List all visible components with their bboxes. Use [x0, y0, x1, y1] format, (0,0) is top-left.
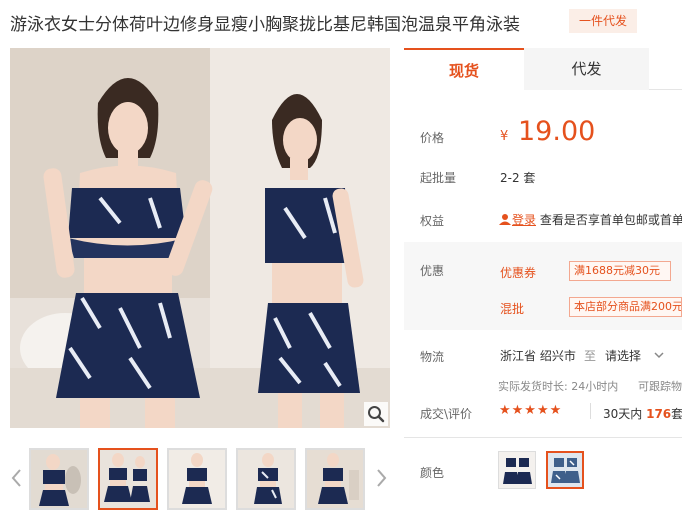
- purchase-mode-tabs: 现货 代发: [404, 48, 682, 90]
- coupon-tag: 优惠券: [500, 266, 537, 280]
- mixed-batch-tag: 混批: [500, 302, 525, 316]
- sales-unit: 套: [671, 407, 682, 421]
- chevron-right-icon[interactable]: [374, 466, 388, 490]
- product-title: 游泳衣女士分体荷叶边修身显瘦小胸聚拢比基尼韩国泡温泉平角泳装: [10, 15, 520, 35]
- destination-placeholder: 请选择: [605, 349, 642, 363]
- rating-stars[interactable]: ★★★★★: [499, 403, 562, 418]
- destination-select[interactable]: 请选择: [605, 347, 667, 364]
- ship-from: 浙江省 绍兴市: [500, 349, 576, 363]
- logistics-label: 物流: [420, 350, 445, 364]
- tracking-info: 可跟踪物: [638, 380, 682, 393]
- color-option-1[interactable]: [498, 451, 536, 489]
- chevron-down-icon: [653, 349, 665, 363]
- thumbnail-1[interactable]: [29, 448, 89, 510]
- reviews-label: 成交\评价: [420, 407, 473, 421]
- moq-value: 2-2 套: [500, 171, 536, 185]
- thumbnail-3[interactable]: [167, 448, 227, 510]
- product-photo: [10, 48, 390, 428]
- moq-label: 起批量: [420, 171, 457, 185]
- color-label: 颜色: [420, 466, 445, 480]
- dropship-badge[interactable]: 一件代发: [569, 9, 637, 33]
- thumbnail-5[interactable]: [305, 448, 365, 510]
- magnifier-icon: [368, 406, 385, 423]
- tab-dropship[interactable]: 代发: [524, 48, 649, 90]
- zoom-button[interactable]: [364, 402, 388, 426]
- thumbnail-2[interactable]: [98, 448, 158, 510]
- rights-label: 权益: [420, 214, 445, 228]
- rights-text: 查看是否享首单包邮或首单: [539, 213, 682, 227]
- reviews-separator: [590, 403, 591, 419]
- sales-prefix: 30天内: [603, 407, 643, 421]
- user-icon: [498, 213, 512, 225]
- ship-time: 实际发货时长: 24小时内: [498, 380, 619, 393]
- tab-in-stock[interactable]: 现货: [404, 48, 524, 90]
- thumbnail-strip: [10, 446, 390, 512]
- sales-count: 176: [646, 407, 672, 421]
- color-option-2[interactable]: [546, 451, 584, 489]
- chevron-left-icon[interactable]: [10, 466, 24, 490]
- currency-symbol: ¥: [500, 129, 509, 144]
- rights-row: 登录 查看是否享首单包邮或首单: [498, 211, 682, 228]
- ship-to-word: 至: [584, 349, 597, 363]
- promotions-label: 优惠: [420, 264, 445, 278]
- price-value: 19.00: [518, 116, 596, 147]
- mixed-batch-offer[interactable]: 本店部分商品满200元: [569, 297, 682, 317]
- login-link[interactable]: 登录: [512, 213, 536, 227]
- sales-count-row[interactable]: 30天内 176套: [603, 405, 682, 422]
- coupon-offer[interactable]: 满1688元减30元: [569, 261, 671, 281]
- section-divider: [404, 437, 682, 438]
- thumbnail-4[interactable]: [236, 448, 296, 510]
- price-label: 价格: [420, 131, 445, 145]
- main-product-image[interactable]: [10, 48, 390, 428]
